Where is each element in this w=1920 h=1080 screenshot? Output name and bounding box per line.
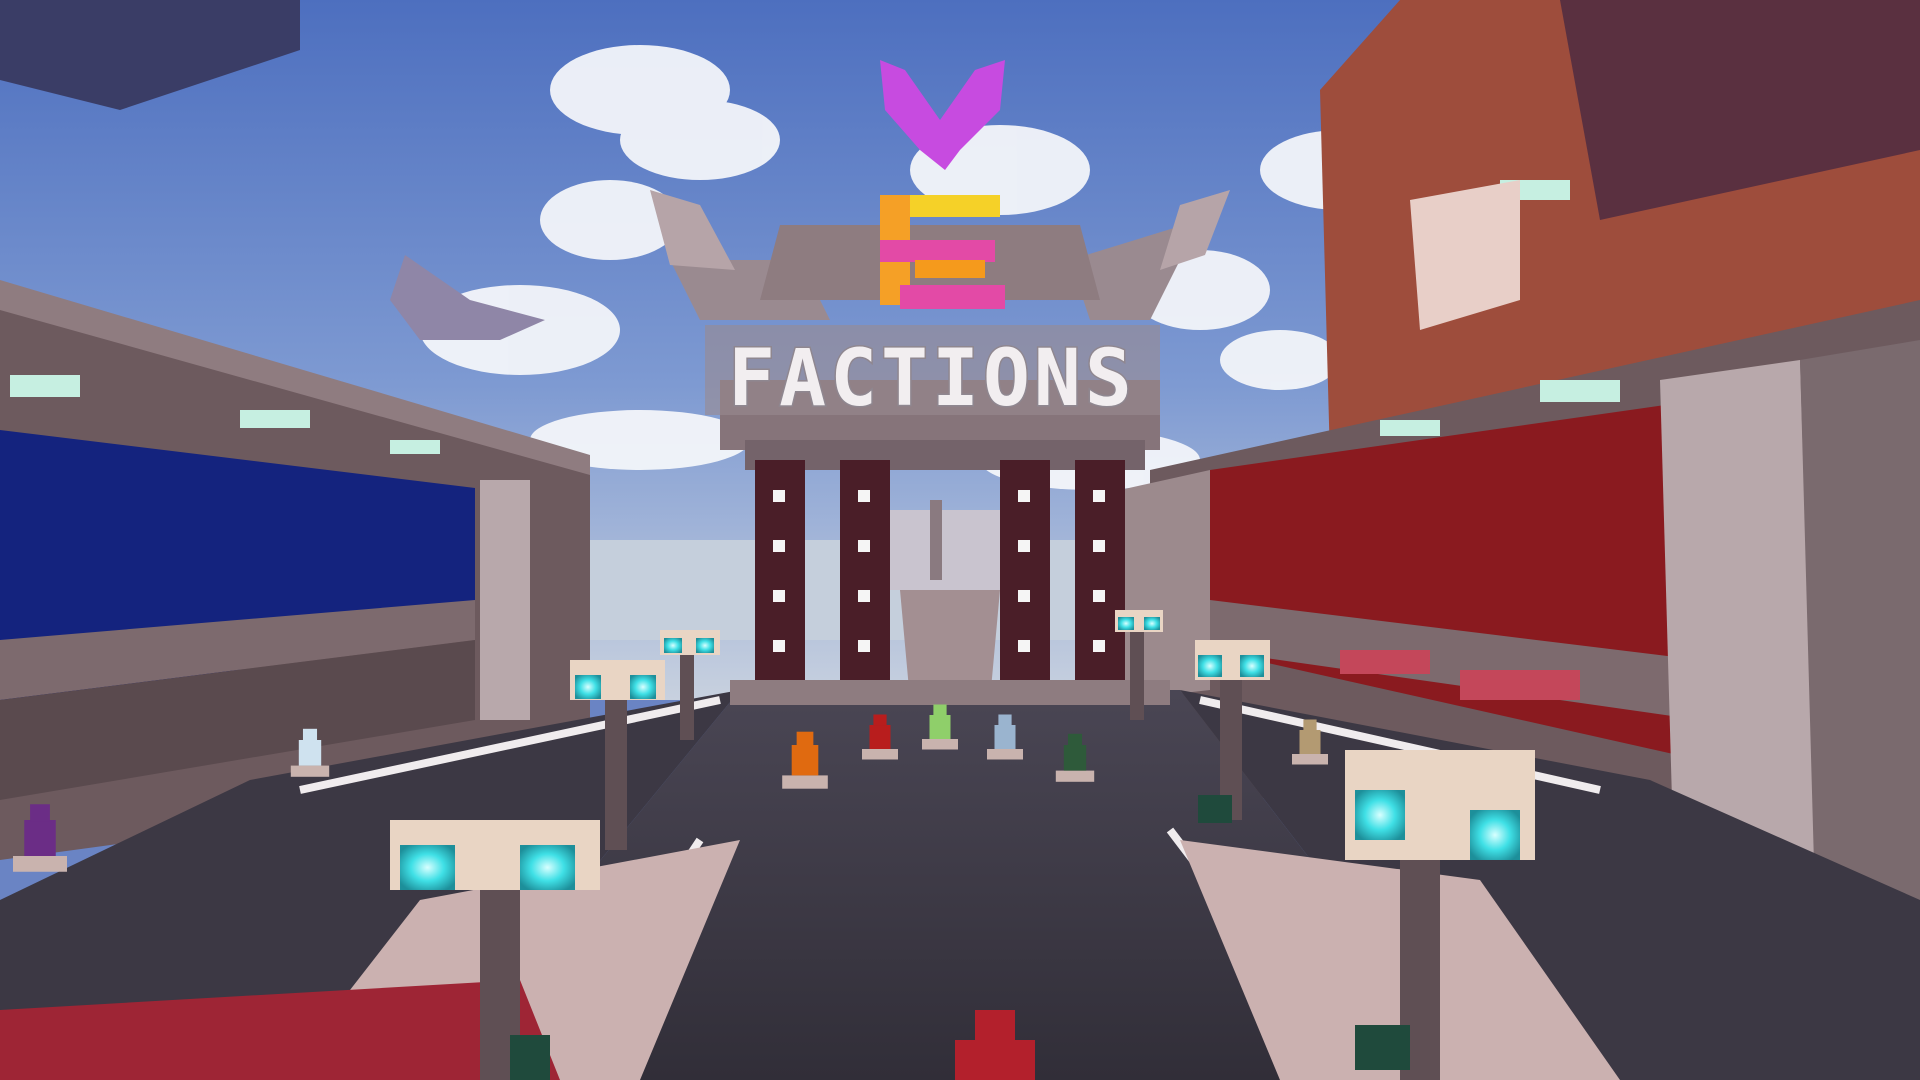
ender-chest[interactable] [1198,795,1232,823]
world-view: E FACTIONS [0,0,1920,1080]
ender-chest[interactable] [510,1035,550,1080]
game-viewport[interactable]: E FACTIONS [0,0,1920,1080]
sign-title: FACTIONS [728,334,1136,424]
ender-chest[interactable] [1355,1025,1410,1070]
factions-sign: FACTIONS [705,325,1160,426]
